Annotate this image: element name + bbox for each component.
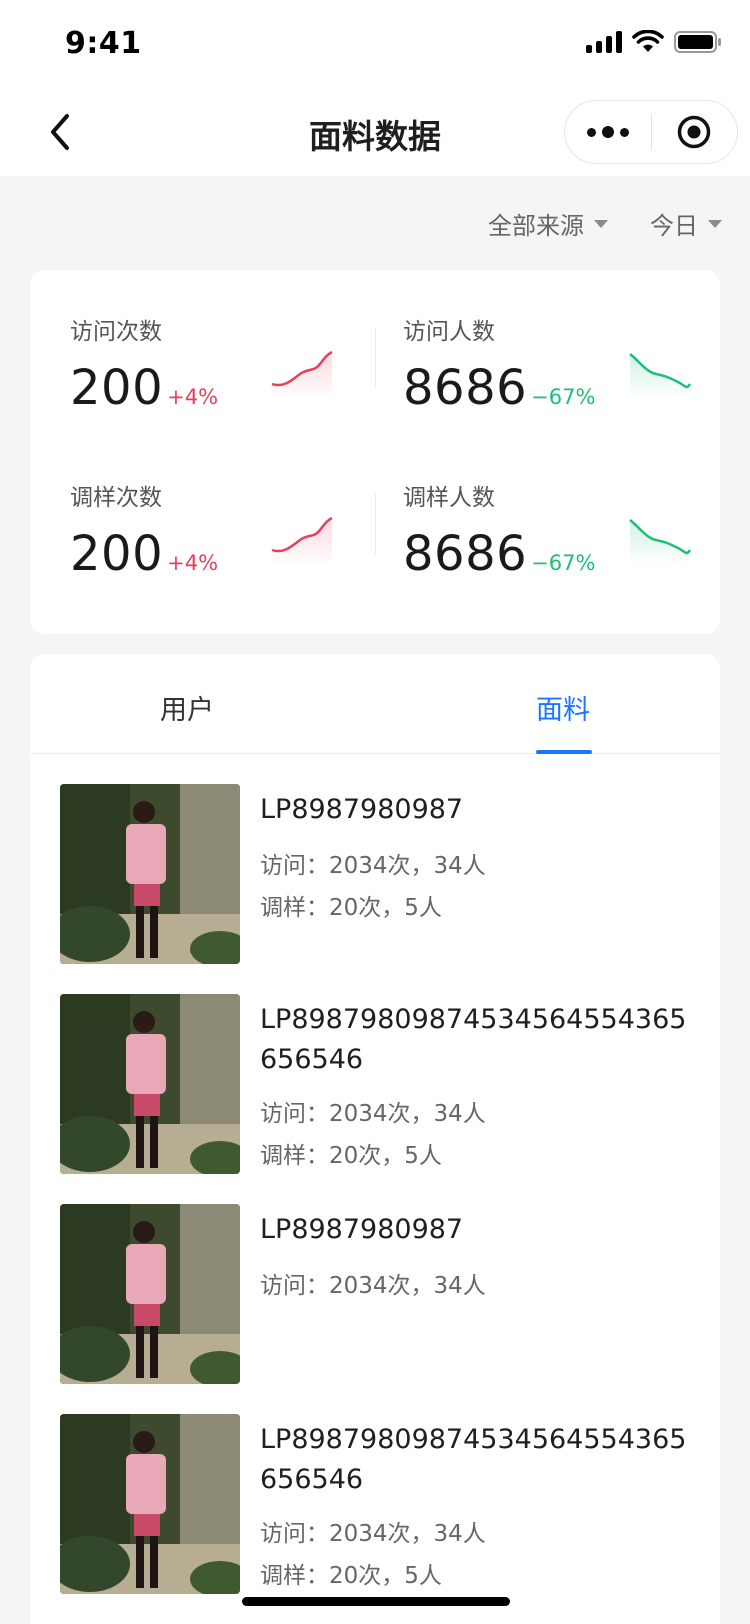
item-visits: 访问：2034次，34人 (260, 853, 486, 879)
more-dot-icon (586, 127, 596, 137)
cellular-signal-icon (586, 31, 622, 53)
stat-value: 8686 (403, 526, 528, 582)
tab-fabric[interactable]: 面料 (536, 688, 590, 727)
close-miniprogram-button[interactable] (652, 100, 738, 164)
item-samples: 调样：20次，5人 (260, 1563, 442, 1589)
list-item[interactable]: LP8987980987 访问：2034次，34人 调样：20次，5人 (60, 784, 690, 964)
stat-label: 调样次数 (70, 485, 162, 511)
stat-sample-count: 调样次数 200 +4% (30, 436, 360, 582)
stat-sampler-count: 调样人数 8686 −67% (363, 436, 693, 582)
stat-delta: −67% (531, 551, 596, 575)
fabric-photo-thumbnail (60, 1204, 240, 1384)
list-item[interactable]: LP8987980987 访问：2034次，34人 (60, 1204, 690, 1384)
status-bar: 9:41 (0, 0, 750, 88)
stat-value: 200 (70, 526, 164, 582)
mini-program-capsule (564, 100, 738, 164)
stats-card: 访问次数 200 +4% 访问人数 8686 −67% 调样次数 200 +4%… (30, 270, 720, 634)
item-code: LP89879809874534564554365656546 (260, 1424, 687, 1495)
caret-down-icon (594, 219, 608, 228)
more-dot-icon (619, 127, 629, 137)
tab-bar: 用户 面料 (30, 654, 720, 754)
status-icons (586, 30, 722, 54)
period-filter[interactable]: 今日 (650, 206, 722, 241)
stat-delta: −67% (531, 385, 596, 409)
period-filter-label: 今日 (650, 212, 698, 240)
stat-label: 访问人数 (403, 319, 495, 345)
item-visits: 访问：2034次，34人 (260, 1101, 486, 1127)
screen: 9:41 面料数据 全部来源 今日 访问次数 200 +4% 访问人数 8686… (0, 0, 750, 1624)
sparkline-down-chart (629, 519, 692, 566)
item-code: LP8987980987 (260, 1214, 464, 1245)
stat-label: 调样人数 (403, 485, 495, 511)
stat-delta: +4% (167, 385, 219, 409)
home-indicator (242, 1597, 510, 1606)
sparkline-up-chart (271, 350, 333, 400)
sparkline-down-chart (629, 353, 692, 400)
fabric-photo-thumbnail (60, 1414, 240, 1594)
list-item[interactable]: LP89879809874534564554365656546 访问：2034次… (60, 1414, 690, 1594)
tab-user[interactable]: 用户 (160, 688, 214, 727)
filters: 全部来源 今日 (488, 206, 722, 241)
stat-value: 8686 (403, 360, 528, 416)
source-filter-label: 全部来源 (488, 212, 584, 240)
more-button[interactable] (565, 100, 651, 164)
fabric-photo-thumbnail (60, 994, 240, 1174)
target-icon (678, 115, 711, 149)
item-code: LP8987980987 (260, 794, 464, 825)
caret-down-icon (708, 219, 722, 228)
stat-label: 访问次数 (70, 319, 162, 345)
item-code: LP89879809874534564554365656546 (260, 1004, 687, 1075)
stat-value-row: 200 +4% (70, 360, 218, 416)
more-dot-icon (601, 126, 614, 138)
stat-value-row: 8686 −67% (403, 526, 595, 582)
stat-value-row: 200 +4% (70, 526, 218, 582)
nav-bar: 面料数据 (0, 88, 750, 176)
stat-delta: +4% (167, 551, 219, 575)
item-visits: 访问：2034次，34人 (260, 1521, 486, 1547)
stat-visitor-count: 访问人数 8686 −67% (363, 270, 693, 416)
source-filter[interactable]: 全部来源 (488, 206, 608, 241)
fabric-photo-thumbnail (60, 784, 240, 964)
item-samples: 调样：20次，5人 (260, 1143, 442, 1169)
list-item[interactable]: LP89879809874534564554365656546 访问：2034次… (60, 994, 690, 1174)
item-samples: 调样：20次，5人 (260, 895, 442, 921)
stat-visit-count: 访问次数 200 +4% (30, 270, 360, 416)
stat-value: 200 (70, 360, 164, 416)
battery-icon (674, 31, 721, 53)
stat-value-row: 8686 −67% (403, 360, 595, 416)
list-card: 用户 面料 LP8987980987 访问：2034次，34人 调样：20次，5… (30, 654, 720, 1624)
sparkline-up-chart (271, 516, 333, 566)
item-visits: 访问：2034次，34人 (260, 1273, 486, 1299)
wifi-icon (632, 30, 664, 52)
active-tab-indicator (536, 750, 592, 754)
status-time: 9:41 (65, 26, 142, 61)
